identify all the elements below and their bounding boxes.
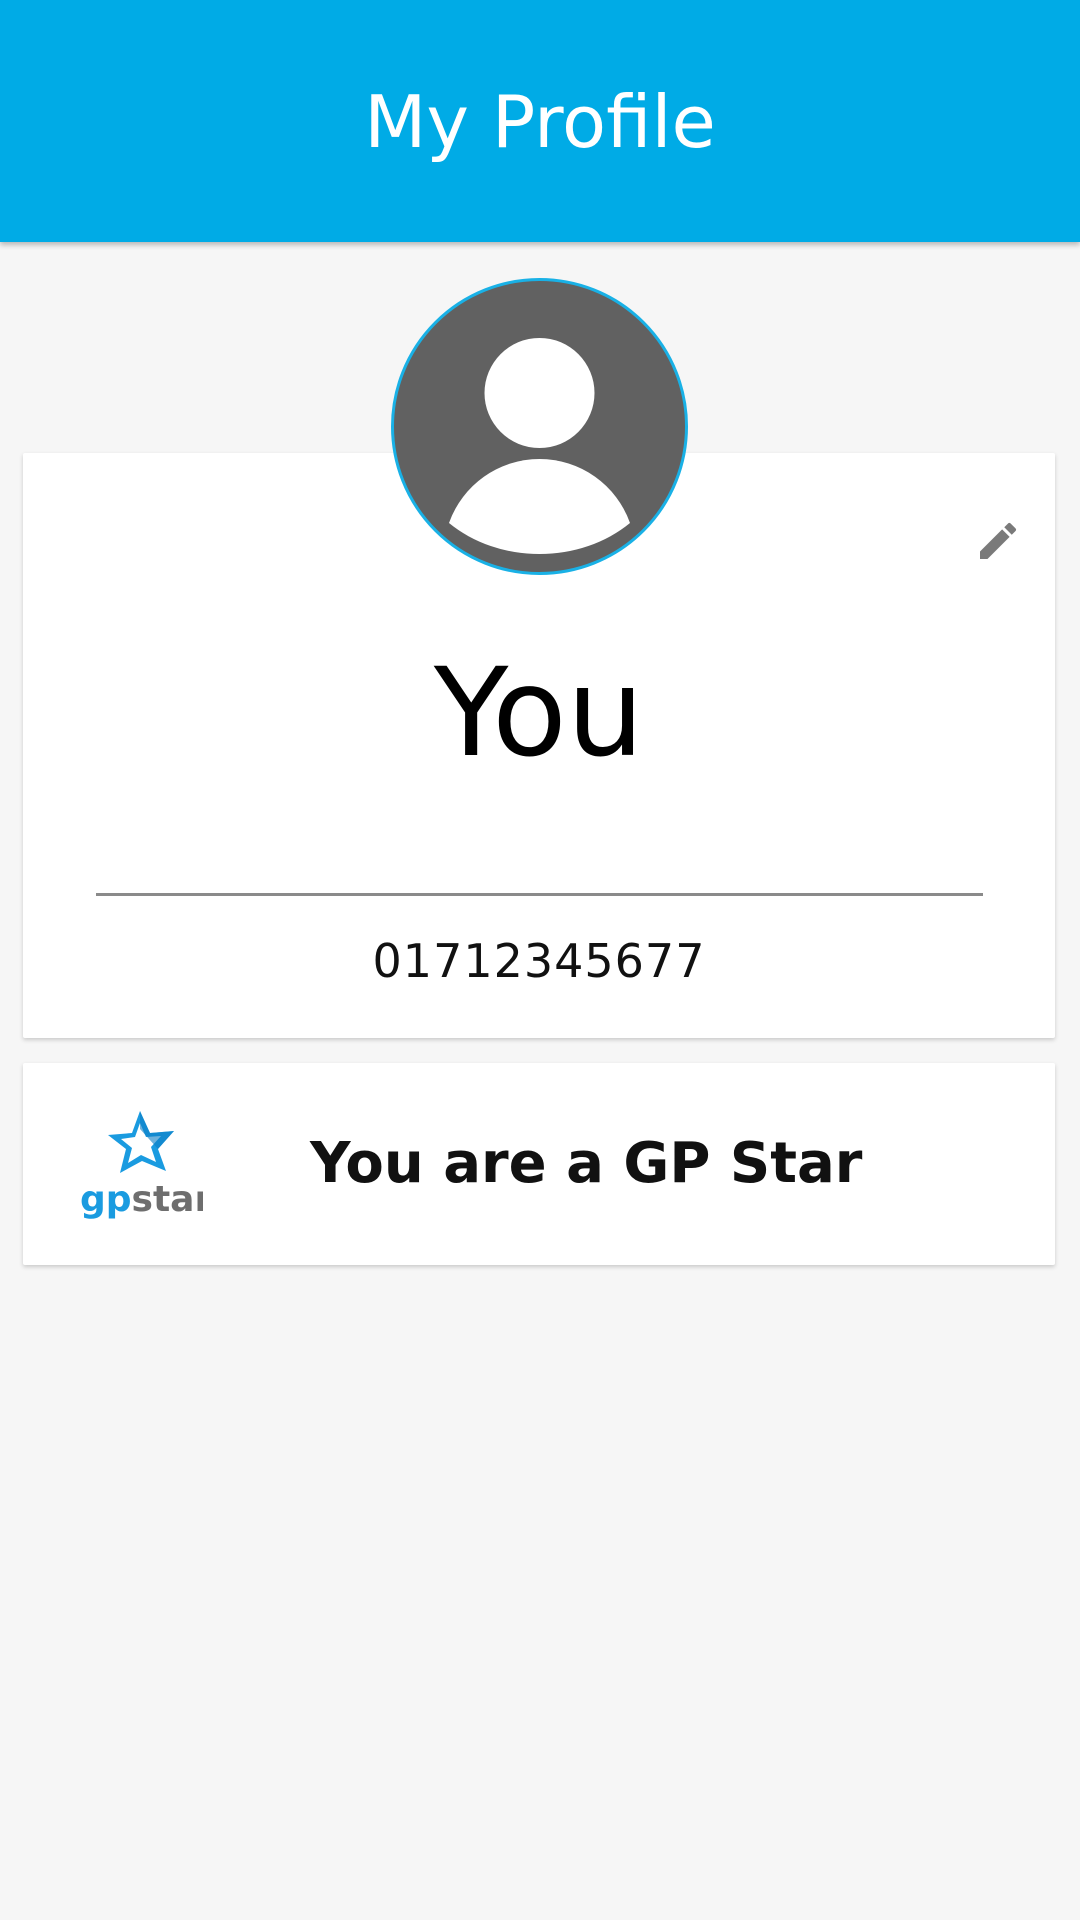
profile-name: You xyxy=(433,642,645,784)
gpstar-logo: gpstar xyxy=(78,1107,212,1222)
page-title: My Profile xyxy=(364,80,716,164)
pencil-icon xyxy=(980,522,1017,559)
svg-text:gpstar: gpstar xyxy=(80,1179,203,1220)
default-user-avatar-icon xyxy=(449,338,630,555)
phone-number: 01712345677 xyxy=(372,934,706,988)
edit-profile-button[interactable] xyxy=(953,496,1043,586)
gpstar-logo-gp: gp xyxy=(80,1179,132,1220)
status-message: You are a GP Star xyxy=(310,1131,863,1196)
profile-avatar[interactable] xyxy=(391,278,688,575)
app-bar: My Profile xyxy=(0,0,1080,242)
gpstar-status-card[interactable]: gpstar You are a GP Star xyxy=(23,1063,1055,1265)
divider xyxy=(96,893,983,896)
gpstar-logo-star: star xyxy=(132,1179,203,1220)
